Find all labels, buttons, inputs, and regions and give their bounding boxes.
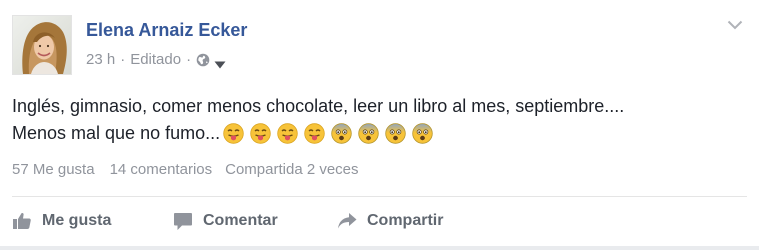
avatar[interactable] (12, 15, 72, 75)
tongue-out-emoji (223, 123, 244, 144)
feed-background-strip (0, 246, 759, 250)
post-text-content: Menos mal que no fumo... (12, 123, 221, 143)
audience-caret-icon[interactable] (214, 56, 226, 68)
shares-count[interactable]: Compartida 2 veces (225, 161, 358, 178)
action-bar: Me gusta Comentar Compartir (12, 208, 747, 234)
anguished-emoji (358, 123, 379, 144)
post-meta: 23 h · Editado · (86, 51, 226, 68)
divider (12, 196, 747, 197)
globe-icon[interactable] (196, 53, 210, 67)
comment-button[interactable]: Comentar (173, 208, 278, 234)
anguished-emoji (412, 123, 433, 144)
edited-label[interactable]: Editado (130, 51, 181, 68)
post-card: Elena Arnaiz Ecker 23 h · Editado · Ingl… (0, 0, 759, 250)
post-text-line: Menos mal que no fumo... (12, 120, 747, 152)
post-text: Inglés, gimnasio, comer menos chocolate,… (12, 93, 747, 152)
share-button[interactable]: Compartir (337, 208, 443, 234)
post-stats: 57 Me gusta 14 comentarios Compartida 2 ve… (12, 161, 359, 178)
meta-separator: · (120, 51, 126, 68)
likes-count[interactable]: 57 Me gusta (12, 161, 95, 178)
like-button[interactable]: Me gusta (12, 208, 111, 234)
tongue-out-emoji (250, 123, 271, 144)
emoji-group (223, 123, 434, 152)
thumbs-up-icon (13, 212, 31, 229)
chevron-down-icon[interactable] (727, 18, 743, 30)
share-label: Compartir (367, 212, 444, 229)
comment-icon (174, 212, 192, 230)
like-label: Me gusta (42, 212, 112, 229)
anguished-emoji (385, 123, 406, 144)
tongue-out-emoji (304, 123, 325, 144)
author-name[interactable]: Elena Arnaiz Ecker (86, 20, 247, 41)
meta-separator: · (186, 51, 192, 68)
tongue-out-emoji (277, 123, 298, 144)
post-text-line: Inglés, gimnasio, comer menos chocolate,… (12, 96, 625, 116)
post-time[interactable]: 23 h (86, 51, 115, 68)
comments-count[interactable]: 14 comentarios (110, 161, 213, 178)
comment-label: Comentar (203, 212, 278, 229)
anguished-emoji (331, 123, 352, 144)
share-icon (338, 213, 357, 229)
